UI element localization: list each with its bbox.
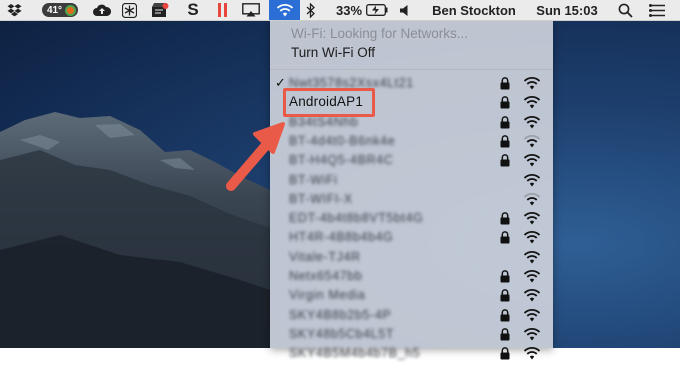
network-row[interactable]: BT-WiFi bbox=[270, 171, 553, 190]
battery-status[interactable]: 33% bbox=[334, 0, 390, 20]
lock-icon bbox=[500, 135, 510, 148]
lock-icon bbox=[500, 154, 510, 167]
network-row[interactable]: HT4R-4B8b4b4G bbox=[270, 228, 553, 247]
network-row[interactable]: EDT-4b4t8b8VT5bt4G bbox=[270, 209, 553, 228]
wifi-signal-icon bbox=[523, 192, 541, 206]
wifi-signal-icon bbox=[523, 288, 541, 302]
lock-icon bbox=[500, 77, 510, 90]
lock-icon bbox=[500, 347, 510, 360]
user-menu[interactable]: Ben Stockton bbox=[424, 0, 524, 20]
network-row[interactable]: Virgin Media bbox=[270, 286, 553, 305]
network-name: Vitale-TJ4R bbox=[289, 249, 361, 264]
wifi-signal-icon bbox=[523, 346, 541, 360]
clapper-icon[interactable] bbox=[150, 0, 170, 20]
lock-icon bbox=[500, 96, 510, 109]
wifi-status-text: Wi-Fi: Looking for Networks... bbox=[291, 26, 469, 41]
wifi-signal-icon bbox=[523, 327, 541, 341]
s-app-icon[interactable]: S bbox=[185, 0, 201, 20]
wifi-signal-icon bbox=[523, 153, 541, 167]
temperature-value: 41° bbox=[46, 4, 63, 16]
control-list-icon[interactable] bbox=[646, 0, 668, 20]
network-row[interactable]: BT-WIFI-X bbox=[270, 190, 553, 209]
clock-time: Sun 15:03 bbox=[536, 2, 598, 18]
network-name: EDT-4b4t8b8VT5bt4G bbox=[289, 211, 424, 226]
network-name: Virgin Media bbox=[289, 288, 366, 303]
network-name: SKY48b5Cb4L5T bbox=[289, 326, 395, 341]
dropbox-icon[interactable] bbox=[6, 0, 22, 20]
lock-icon bbox=[500, 115, 510, 129]
airplay-icon[interactable] bbox=[242, 0, 260, 20]
cloud-upload-icon[interactable] bbox=[92, 0, 112, 20]
network-name: Netx6547bb bbox=[289, 269, 363, 283]
wifi-signal-icon bbox=[523, 134, 541, 148]
network-name: HT4R-4B8b4b4G bbox=[289, 230, 394, 245]
bluetooth-icon[interactable] bbox=[304, 0, 318, 20]
menu-bar: 41° S 33% Ben Stockton Sun 15:03 bbox=[0, 0, 680, 21]
user-name: Ben Stockton bbox=[432, 2, 516, 18]
network-name: SKY4B5M4b4b7B_h5 bbox=[289, 346, 421, 361]
annotation-arrow bbox=[226, 122, 285, 191]
wifi-icon[interactable] bbox=[269, 0, 300, 20]
network-row[interactable]: BT-4d4t0-B6nk4e bbox=[270, 132, 553, 151]
wifi-signal-icon bbox=[523, 115, 541, 129]
pause-bars-icon[interactable] bbox=[216, 0, 228, 20]
network-name: SKY4B8b2b5-4P bbox=[289, 307, 392, 322]
network-row[interactable]: BT-H4Q5-4BR4C bbox=[270, 151, 553, 170]
clock[interactable]: Sun 15:03 bbox=[531, 0, 603, 20]
battery-percent: 33% bbox=[335, 2, 363, 18]
lock-icon bbox=[500, 289, 510, 302]
wifi-signal-icon bbox=[523, 269, 541, 283]
network-row[interactable]: Netx6547bb bbox=[270, 267, 553, 286]
volume-icon[interactable] bbox=[397, 0, 413, 20]
network-row[interactable]: SKY4B5M4b4b7B_h5 bbox=[270, 344, 553, 363]
wifi-dropdown-menu: Wi-Fi: Looking for Networks... Turn Wi-F… bbox=[270, 20, 553, 360]
wifi-signal-icon bbox=[523, 250, 541, 264]
menu-separator bbox=[270, 69, 553, 70]
lock-icon bbox=[500, 308, 510, 322]
snowflake-icon[interactable] bbox=[121, 0, 138, 20]
wifi-signal-icon bbox=[523, 76, 541, 90]
lock-icon bbox=[500, 328, 510, 341]
temperature-widget[interactable]: 41° bbox=[34, 0, 86, 20]
wifi-signal-icon bbox=[523, 230, 541, 244]
wifi-signal-icon bbox=[523, 308, 541, 322]
wifi-signal-icon bbox=[523, 95, 541, 109]
network-row[interactable]: Vitale-TJ4R bbox=[270, 248, 553, 267]
wifi-signal-icon bbox=[523, 211, 541, 225]
turn-wifi-off-item[interactable]: Turn Wi-Fi Off bbox=[291, 45, 375, 60]
lock-icon bbox=[500, 270, 510, 283]
wifi-signal-icon bbox=[523, 173, 541, 187]
spotlight-search-icon[interactable] bbox=[616, 0, 634, 20]
lock-icon bbox=[500, 212, 510, 225]
battery-icon bbox=[366, 4, 388, 16]
temperature-indicator bbox=[65, 4, 77, 16]
lock-icon bbox=[500, 231, 510, 244]
network-row[interactable]: SKY48b5Cb4L5T bbox=[270, 325, 553, 344]
network-row[interactable]: SKY4B8b2b5-4P bbox=[270, 306, 553, 325]
